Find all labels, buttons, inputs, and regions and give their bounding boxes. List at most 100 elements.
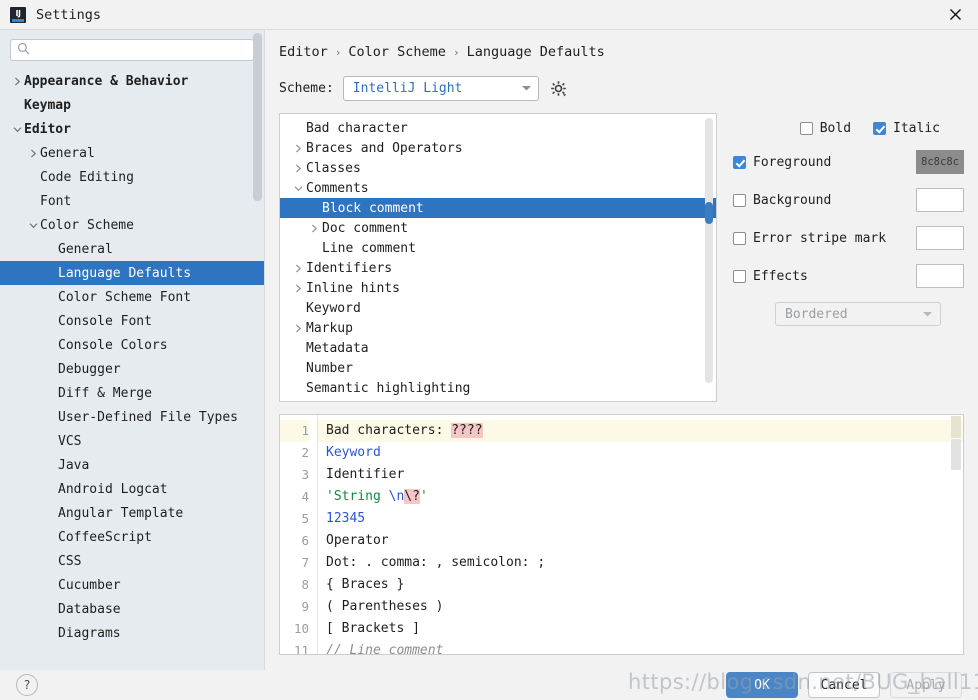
- foreground-checkbox-row[interactable]: Foreground: [733, 155, 916, 170]
- code-line: // Line comment: [318, 640, 963, 655]
- sidebar-item-code-editing[interactable]: Code Editing: [0, 165, 264, 189]
- sidebar-item-general[interactable]: General: [0, 237, 264, 261]
- color-attribute-tree[interactable]: Bad character Braces and Operators Classes…: [279, 113, 717, 402]
- attribute-tree-item-inline-hints[interactable]: Inline hints: [280, 278, 716, 298]
- sidebar-item-general[interactable]: General: [0, 141, 264, 165]
- sidebar-item-database[interactable]: Database: [0, 597, 264, 621]
- ok-button[interactable]: OK: [726, 672, 798, 698]
- chevron-right-icon[interactable]: [290, 144, 306, 153]
- chevron-down-icon: [922, 307, 933, 322]
- attribute-tree-item-semantic-highlighting[interactable]: Semantic highlighting: [280, 378, 716, 398]
- attribute-tree-item-keyword[interactable]: Keyword: [280, 298, 716, 318]
- sidebar-item-css[interactable]: CSS: [0, 549, 264, 573]
- sidebar-item-console-font[interactable]: Console Font: [0, 309, 264, 333]
- sidebar-item-angular-template[interactable]: Angular Template: [0, 501, 264, 525]
- attribute-tree-item-number[interactable]: Number: [280, 358, 716, 378]
- sidebar-item-label: CoffeeScript: [58, 530, 152, 545]
- sidebar-item-appearance-behavior[interactable]: Appearance & Behavior: [0, 69, 264, 93]
- line-number: 11: [280, 640, 309, 655]
- sidebar-item-vcs[interactable]: VCS: [0, 429, 264, 453]
- attribute-tree-item-markup[interactable]: Markup: [280, 318, 716, 338]
- attribute-tree-item-label: Doc comment: [322, 221, 408, 236]
- code-line: Operator: [318, 530, 963, 552]
- preview-scrollbar-thumb[interactable]: [951, 439, 961, 470]
- line-number: 4: [280, 486, 309, 508]
- code-line: Identifier: [318, 464, 963, 486]
- scheme-dropdown[interactable]: IntelliJ Light: [343, 76, 539, 101]
- chevron-right-icon[interactable]: [290, 264, 306, 273]
- attribute-tree-item-doc-comment[interactable]: Doc comment: [280, 218, 716, 238]
- effects-checkbox-row[interactable]: Effects: [733, 269, 916, 284]
- breadcrumb-separator: ›: [335, 46, 342, 59]
- sidebar-item-cucumber[interactable]: Cucumber: [0, 573, 264, 597]
- window-title-bar: IJ Settings: [0, 0, 978, 30]
- attribute-tree-item-metadata[interactable]: Metadata: [280, 338, 716, 358]
- breadcrumb-item[interactable]: Language Defaults: [467, 44, 605, 60]
- sidebar-item-debugger[interactable]: Debugger: [0, 357, 264, 381]
- code-token: Keyword: [326, 445, 381, 460]
- attribute-tree-item-label: Braces and Operators: [306, 141, 463, 156]
- attribute-tree-item-bad-character[interactable]: Bad character: [280, 118, 716, 138]
- attribute-tree-item-block-comment[interactable]: Block comment: [280, 198, 716, 218]
- attribute-tree-item-classes[interactable]: Classes: [280, 158, 716, 178]
- chevron-right-icon[interactable]: [306, 224, 322, 233]
- chevron-right-icon[interactable]: [26, 149, 40, 158]
- sidebar-item-java[interactable]: Java: [0, 453, 264, 477]
- sidebar-item-keymap[interactable]: Keymap: [0, 93, 264, 117]
- sidebar-item-diff-merge[interactable]: Diff & Merge: [0, 381, 264, 405]
- help-button[interactable]: ?: [16, 674, 38, 696]
- attribute-tree-item-line-comment[interactable]: Line comment: [280, 238, 716, 258]
- sidebar-item-android-logcat[interactable]: Android Logcat: [0, 477, 264, 501]
- sidebar-item-color-scheme-font[interactable]: Color Scheme Font: [0, 285, 264, 309]
- sidebar-item-font[interactable]: Font: [0, 189, 264, 213]
- chevron-right-icon[interactable]: [290, 284, 306, 293]
- attribute-tree-item-braces-and-operators[interactable]: Braces and Operators: [280, 138, 716, 158]
- apply-button[interactable]: Apply: [890, 672, 962, 698]
- attribute-tree-item-comments[interactable]: Comments: [280, 178, 716, 198]
- sidebar-item-language-defaults[interactable]: Language Defaults: [0, 261, 264, 285]
- chevron-down-icon[interactable]: [10, 125, 24, 134]
- settings-category-tree[interactable]: Appearance & BehaviorKeymapEditorGeneral…: [0, 68, 264, 670]
- sidebar-scrollbar[interactable]: [253, 33, 262, 201]
- chevron-right-icon[interactable]: [290, 324, 306, 333]
- attribute-tree-scrollbar-thumb[interactable]: [705, 202, 713, 224]
- error-stripe-mark-checkbox[interactable]: [733, 232, 746, 245]
- cancel-button[interactable]: Cancel: [808, 672, 880, 698]
- bold-checkbox-row[interactable]: Bold: [800, 121, 851, 136]
- sidebar-item-user-defined-file-types[interactable]: User-Defined File Types: [0, 405, 264, 429]
- color-preview-editor[interactable]: 1234567891011 Bad characters: ????Keywor…: [279, 414, 964, 655]
- search-input[interactable]: [35, 41, 247, 59]
- error-stripe-mark-checkbox-row[interactable]: Error stripe mark: [733, 231, 916, 246]
- sidebar-item-editor[interactable]: Editor: [0, 117, 264, 141]
- chevron-right-icon[interactable]: [290, 164, 306, 173]
- effects-checkbox[interactable]: [733, 270, 746, 283]
- chevron-down-icon[interactable]: [26, 221, 40, 230]
- code-token: ????: [451, 423, 482, 438]
- attribute-tree-item-identifiers[interactable]: Identifiers: [280, 258, 716, 278]
- preview-code-area[interactable]: Bad characters: ????KeywordIdentifier'St…: [318, 415, 963, 654]
- breadcrumb-item[interactable]: Editor: [279, 44, 328, 60]
- sidebar-item-coffeescript[interactable]: CoffeeScript: [0, 525, 264, 549]
- search-box[interactable]: [10, 39, 254, 61]
- code-line: 12345: [318, 508, 963, 530]
- sidebar-item-diagrams[interactable]: Diagrams: [0, 621, 264, 645]
- chevron-down-icon[interactable]: [290, 184, 306, 193]
- foreground-checkbox[interactable]: [733, 156, 746, 169]
- italic-checkbox[interactable]: [873, 122, 886, 135]
- app-icon-bar: [12, 19, 24, 22]
- code-token: 'String: [326, 489, 389, 504]
- background-color-swatch[interactable]: [916, 188, 964, 212]
- sidebar-item-color-scheme[interactable]: Color Scheme: [0, 213, 264, 237]
- sidebar-item-console-colors[interactable]: Console Colors: [0, 333, 264, 357]
- chevron-right-icon[interactable]: [10, 77, 24, 86]
- error-stripe-mark-color-swatch[interactable]: [916, 226, 964, 250]
- breadcrumb-item[interactable]: Color Scheme: [348, 44, 446, 60]
- effects-color-swatch[interactable]: [916, 264, 964, 288]
- bold-checkbox[interactable]: [800, 122, 813, 135]
- close-icon[interactable]: [932, 0, 978, 29]
- background-checkbox[interactable]: [733, 194, 746, 207]
- gear-icon[interactable]: [548, 78, 570, 100]
- background-checkbox-row[interactable]: Background: [733, 193, 916, 208]
- italic-checkbox-row[interactable]: Italic: [873, 121, 940, 136]
- foreground-color-swatch[interactable]: 8c8c8c: [916, 150, 964, 174]
